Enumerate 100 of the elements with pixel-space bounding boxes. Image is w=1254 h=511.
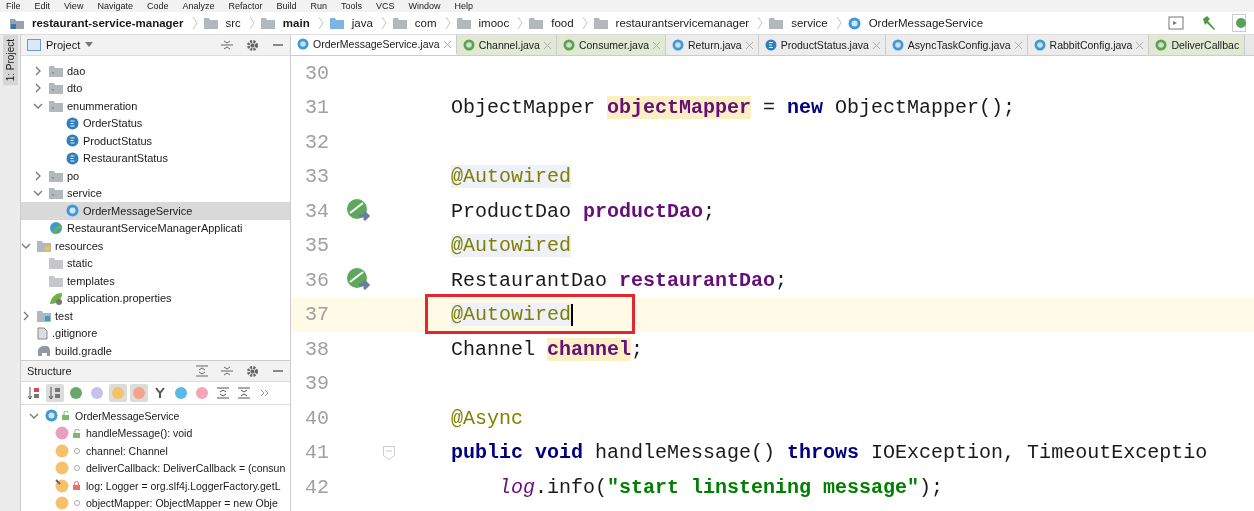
panel-title[interactable]: Project (46, 39, 81, 51)
menu-item[interactable]: Help (454, 0, 474, 12)
interface-icon (462, 39, 475, 51)
breadcrumb-item[interactable]: OrderMessageService (868, 17, 984, 29)
code-line: ProductDao productDao; (451, 199, 716, 223)
tree-row[interactable]: ProductStatus (21, 132, 290, 150)
non-public-toggle[interactable] (130, 384, 148, 402)
editor-tab[interactable]: DeliverCallbac (1149, 35, 1246, 55)
class-icon (66, 204, 79, 218)
enum-icon (66, 116, 79, 130)
package-icon (49, 169, 63, 182)
menu-item[interactable]: VCS (376, 0, 395, 12)
chevron-icon (757, 16, 764, 30)
tree-item-label: dao (67, 64, 86, 77)
menu-item[interactable]: Navigate (97, 0, 133, 12)
menu-item[interactable]: Edit (34, 0, 51, 12)
menu-item[interactable]: Tools (341, 0, 363, 12)
tree-row[interactable]: dao (21, 62, 290, 80)
expand-all-icon[interactable] (196, 365, 208, 377)
close-icon[interactable] (872, 41, 880, 49)
settings-icon[interactable] (246, 38, 259, 52)
enum-icon (66, 151, 79, 165)
close-icon[interactable] (1014, 41, 1022, 49)
inherited-toggle[interactable] (67, 384, 85, 402)
breadcrumb-item[interactable]: food (551, 17, 574, 29)
project-tool-button[interactable]: 1: Project (2, 35, 18, 86)
breadcrumb-item[interactable]: imooc (478, 17, 510, 29)
sort-visibility-toggle[interactable] (46, 384, 64, 402)
editor-tab[interactable]: ProductStatus.java (758, 35, 886, 55)
collapse-all-icon[interactable] (221, 39, 233, 51)
menu-item[interactable]: View (64, 0, 84, 12)
class-icon (891, 39, 904, 51)
breadcrumb-item[interactable]: com (414, 17, 437, 29)
chevron-icon[interactable] (33, 65, 43, 76)
run-configuration-icon[interactable] (1168, 16, 1184, 30)
tree-row[interactable]: templates (21, 272, 290, 290)
anonymous-toggle[interactable] (172, 384, 190, 402)
collapse-all-icon[interactable] (221, 365, 233, 377)
menu-item[interactable]: Run (310, 0, 327, 12)
tree-row[interactable]: OrderMessageService (21, 407, 290, 425)
spring-class-icon (49, 221, 63, 236)
close-icon[interactable] (1136, 41, 1144, 49)
editor-tab[interactable]: Return.java (666, 35, 759, 55)
tree-row[interactable]: RestaurantStatus (21, 149, 290, 167)
editor-tab[interactable]: Consumer.java (556, 35, 666, 55)
expand-toggle[interactable] (214, 384, 232, 402)
editor-tab[interactable]: OrderMessageService.java (291, 35, 457, 55)
editor-tab[interactable]: Channel.java (456, 35, 557, 55)
menu-item[interactable]: Analyze (182, 0, 215, 12)
breadcrumb-item[interactable]: restaurantservicemanager (615, 17, 750, 29)
tree-row[interactable]: channel: Channel (21, 442, 290, 460)
chevron-icon[interactable] (33, 170, 43, 181)
menu-item[interactable]: Code (146, 0, 169, 12)
properties-toggle[interactable] (88, 384, 106, 402)
tree-row[interactable]: .gitignore (21, 324, 290, 342)
breadcrumb-item[interactable]: restaurant-service-manager (32, 17, 184, 29)
dropdown-icon[interactable] (85, 42, 94, 48)
tree-row[interactable]: dto (21, 79, 290, 97)
settings-icon[interactable] (246, 364, 259, 378)
tree-row[interactable]: objectMapper: ObjectMapper = new Obje (21, 494, 290, 511)
code-line: RestaurantDao restaurantDao; (451, 268, 788, 292)
menu-item[interactable]: Build (276, 0, 297, 12)
breadcrumb-item[interactable]: src (225, 17, 241, 29)
chevron-icon[interactable] (33, 83, 43, 94)
tree-row[interactable]: po (21, 167, 290, 185)
package-icon (49, 82, 63, 95)
close-icon[interactable] (745, 41, 753, 49)
tree-row[interactable]: deliverCallback: DeliverCallback = (consun (21, 459, 290, 477)
tree-row[interactable]: build.gradle (21, 342, 290, 360)
run-icon[interactable] (1232, 14, 1246, 32)
fields-toggle[interactable] (109, 384, 127, 402)
tree-row[interactable]: resources (21, 237, 290, 255)
close-icon[interactable] (443, 40, 451, 48)
editor-tab[interactable]: AsyncTaskConfig.java (885, 35, 1028, 55)
class-icon (672, 39, 684, 51)
menu-item[interactable]: Window (408, 0, 441, 12)
breadcrumb-item[interactable]: service (791, 17, 828, 29)
hammer-icon[interactable] (1200, 15, 1216, 31)
menu-item[interactable]: Refactor (228, 0, 263, 12)
tree-row[interactable]: log: Logger = org.slf4j.LoggerFactory.getL (21, 477, 290, 495)
tree-item-label: ProductStatus (83, 134, 153, 147)
tree-row[interactable]: application.properties (21, 289, 290, 307)
tree-row[interactable]: service (21, 184, 290, 202)
chevron-icon[interactable] (21, 310, 31, 321)
fold-marker-icon[interactable] (383, 445, 395, 460)
tree-row[interactable]: enummeration (21, 97, 290, 115)
tree-row[interactable]: OrderStatus (21, 114, 290, 132)
lambdas-toggle[interactable] (193, 384, 211, 402)
breadcrumb-item[interactable]: java (351, 17, 373, 29)
breadcrumb-item[interactable]: main (282, 17, 310, 29)
tree-row[interactable]: static (21, 254, 290, 272)
editor-tab[interactable]: RabbitConfig.java (1027, 35, 1150, 55)
tree-row[interactable]: test (21, 307, 290, 325)
circle-icon (73, 464, 81, 473)
tree-row[interactable]: RestaurantServiceManagerApplicati (21, 219, 290, 237)
collapse-toggle[interactable] (235, 384, 253, 402)
tree-row[interactable]: handleMessage(): void (21, 424, 290, 442)
unlock-icon (73, 428, 81, 438)
menu-item[interactable]: File (6, 0, 21, 12)
tree-row[interactable]: OrderMessageService (21, 202, 290, 220)
